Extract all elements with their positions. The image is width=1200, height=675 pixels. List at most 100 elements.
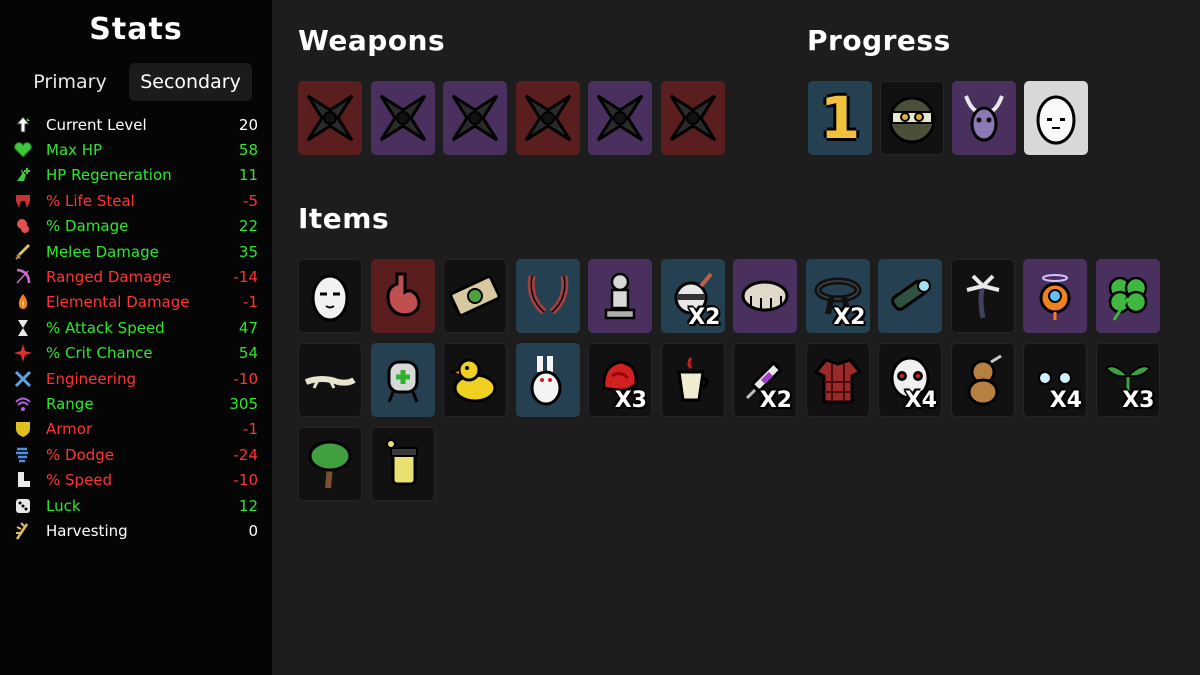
stat-row[interactable]: Melee Damage 35	[0, 239, 272, 264]
item-slot[interactable]	[298, 427, 362, 501]
stat-value: 35	[238, 242, 258, 261]
level-up-icon	[13, 115, 33, 135]
stat-row[interactable]: Current Level 20	[0, 112, 272, 137]
stat-value: 0	[248, 521, 258, 540]
money-bill-icon	[447, 268, 503, 324]
weapon-slot[interactable]	[588, 81, 652, 155]
item-slot[interactable]: X4	[1023, 343, 1087, 417]
item-slot[interactable]: X3	[588, 343, 652, 417]
palm-tree-icon	[955, 268, 1011, 324]
item-quantity: X2	[833, 305, 866, 330]
item-slot[interactable]	[515, 259, 580, 333]
bow-icon	[13, 267, 33, 287]
stat-row[interactable]: Ranged Damage -14	[0, 264, 272, 289]
stat-row[interactable]: HP Regeneration 11	[0, 163, 272, 188]
item-slot[interactable]	[370, 343, 435, 417]
stat-label: Engineering	[46, 369, 136, 388]
stat-label: Range	[46, 394, 94, 413]
stat-row[interactable]: % Attack Speed 47	[0, 315, 272, 340]
item-slot[interactable]: X2	[660, 259, 725, 333]
item-slot[interactable]	[950, 259, 1015, 333]
item-slot[interactable]	[1095, 259, 1160, 333]
stat-value: -1	[243, 293, 258, 312]
dice-icon	[13, 496, 33, 516]
item-quantity: X2	[688, 305, 721, 330]
progress-level-slot[interactable]: 1	[808, 81, 872, 155]
stat-label: % Life Steal	[46, 191, 135, 210]
weapon-slot[interactable]	[443, 81, 507, 155]
scope-icon	[882, 268, 938, 324]
item-slot[interactable]	[733, 259, 797, 333]
item-slot[interactable]	[515, 343, 580, 417]
stat-value: -14	[233, 268, 259, 287]
stat-value: 47	[238, 318, 258, 337]
stat-value: -24	[233, 445, 259, 464]
stat-row[interactable]: % Dodge -24	[0, 442, 272, 467]
stat-row[interactable]: Max HP 58	[0, 137, 272, 162]
weapon-slot[interactable]	[515, 81, 580, 155]
item-quantity: X3	[1122, 388, 1155, 413]
item-slot[interactable]	[660, 343, 725, 417]
item-slot[interactable]	[370, 427, 435, 501]
weapon-slot[interactable]	[660, 81, 725, 155]
item-slot[interactable]	[588, 259, 652, 333]
shuriken-icon	[302, 90, 358, 146]
stat-row[interactable]: Elemental Damage -1	[0, 290, 272, 315]
stat-row[interactable]: % Crit Chance 54	[0, 341, 272, 366]
stat-label: % Attack Speed	[46, 318, 165, 337]
lizard-icon	[302, 352, 358, 408]
tardigrade-icon	[737, 268, 793, 324]
item-slot[interactable]	[950, 343, 1015, 417]
tab-primary[interactable]: Primary	[18, 63, 122, 101]
progress-slot[interactable]	[1024, 81, 1088, 155]
progress-slot[interactable]	[880, 81, 944, 155]
progress-title: Progress	[807, 24, 951, 57]
shield-icon	[13, 419, 33, 439]
weapon-slot[interactable]	[370, 81, 435, 155]
stat-label: Melee Damage	[46, 242, 159, 261]
weapon-slot[interactable]	[298, 81, 362, 155]
item-slot[interactable]	[370, 259, 435, 333]
item-slot[interactable]	[1023, 259, 1087, 333]
stat-row[interactable]: Range 305	[0, 391, 272, 416]
stats-title: Stats	[89, 12, 183, 47]
stat-row[interactable]: Harvesting 0	[0, 518, 272, 543]
item-slot[interactable]	[298, 343, 362, 417]
stat-label: Current Level	[46, 115, 147, 134]
item-slot[interactable]	[298, 259, 362, 333]
duck-icon	[447, 352, 503, 408]
item-slot[interactable]: X4	[878, 343, 942, 417]
claws-icon	[520, 268, 576, 324]
items-title: Items	[298, 202, 390, 235]
stat-label: Elemental Damage	[46, 293, 190, 312]
progress-slot[interactable]	[952, 81, 1016, 155]
stat-row[interactable]: % Life Steal -5	[0, 188, 272, 213]
tab-secondary[interactable]: Secondary	[129, 63, 252, 101]
stat-value: -5	[243, 191, 258, 210]
weapons-title: Weapons	[298, 24, 446, 57]
harvest-icon	[13, 521, 33, 541]
stat-value: 58	[238, 141, 258, 160]
stat-label: % Damage	[46, 217, 129, 236]
potion-jar-icon	[375, 436, 431, 492]
stat-row[interactable]: Armor -1	[0, 417, 272, 442]
stat-value: 54	[238, 344, 258, 363]
stats-sidebar: Stats Primary Secondary Current Level 20 M…	[0, 0, 272, 675]
item-slot[interactable]	[443, 259, 507, 333]
item-slot[interactable]	[878, 259, 942, 333]
item-quantity: X4	[904, 388, 937, 413]
item-slot[interactable]: X2	[805, 259, 870, 333]
wrench-icon	[13, 369, 33, 389]
item-slot[interactable]	[805, 343, 870, 417]
item-slot[interactable]: X2	[733, 343, 797, 417]
plaid-shirt-icon	[810, 352, 866, 408]
item-slot[interactable]: X3	[1095, 343, 1160, 417]
stat-row[interactable]: % Damage 22	[0, 214, 272, 239]
item-slot[interactable]	[443, 343, 507, 417]
stat-row[interactable]: Luck 12	[0, 493, 272, 518]
shuriken-icon	[520, 90, 576, 146]
rabbit-icon	[520, 352, 576, 408]
ninja-face-icon	[884, 90, 940, 146]
stat-row[interactable]: Engineering -10	[0, 366, 272, 391]
stat-row[interactable]: % Speed -10	[0, 467, 272, 492]
